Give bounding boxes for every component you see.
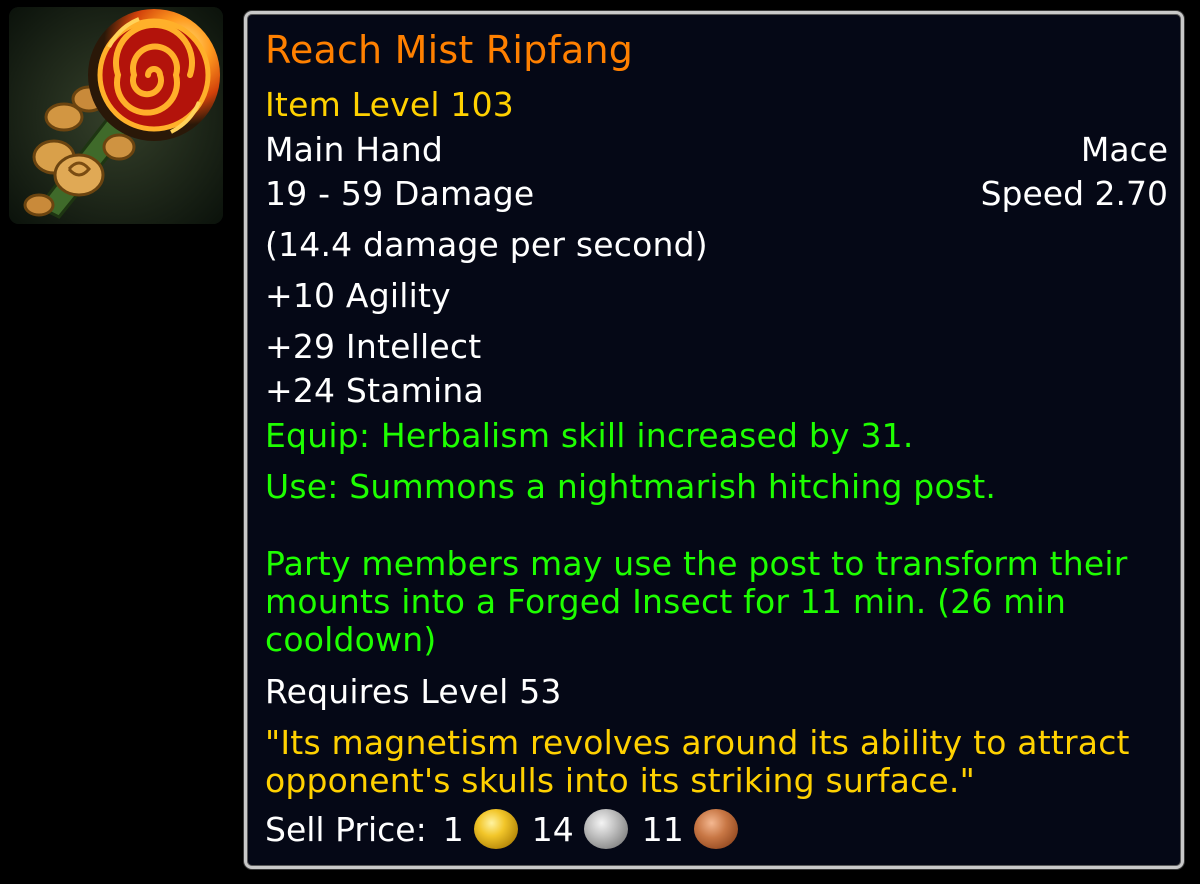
silver-amount: 14 — [531, 809, 574, 849]
tooltip-stage: Reach Mist Ripfang Item Level 103 Main H… — [0, 0, 1200, 884]
silver-coin-icon — [583, 809, 628, 849]
item-tooltip: Reach Mist Ripfang Item Level 103 Main H… — [244, 11, 1184, 869]
gold-amount: 1 — [442, 809, 464, 849]
stat-line: +24 Stamina — [265, 371, 484, 410]
item-dps: (14.4 damage per second) — [265, 225, 708, 264]
item-speed: Speed 2.70 — [980, 174, 1168, 213]
item-type: Mace — [1080, 130, 1168, 169]
flavor-text: "Its magnetism revolves around its abili… — [265, 723, 1130, 800]
item-name: Reach Mist Ripfang — [265, 28, 634, 72]
sell-price: Sell Price: 1 14 11 — [265, 809, 752, 849]
required-level: Requires Level 53 — [265, 672, 562, 711]
item-slot: Main Hand — [265, 130, 443, 169]
flaming-rose-mace-icon[interactable] — [9, 7, 223, 224]
copper-coin-icon — [693, 809, 738, 849]
item-damage: 19 - 59 Damage — [265, 174, 535, 213]
stat-line: +29 Intellect — [265, 327, 482, 366]
gold-coin-icon — [473, 809, 518, 849]
use-effect-detail: Party members may use the post to transf… — [265, 544, 1128, 659]
item-level: Item Level 103 — [265, 85, 514, 124]
equip-effect: Equip: Herbalism skill increased by 31. — [265, 416, 914, 455]
copper-amount: 11 — [641, 809, 684, 849]
stat-line: +10 Agility — [265, 276, 451, 315]
use-effect: Use: Summons a nightmarish hitching post… — [265, 467, 997, 506]
sell-price-label: Sell Price: — [265, 809, 427, 849]
